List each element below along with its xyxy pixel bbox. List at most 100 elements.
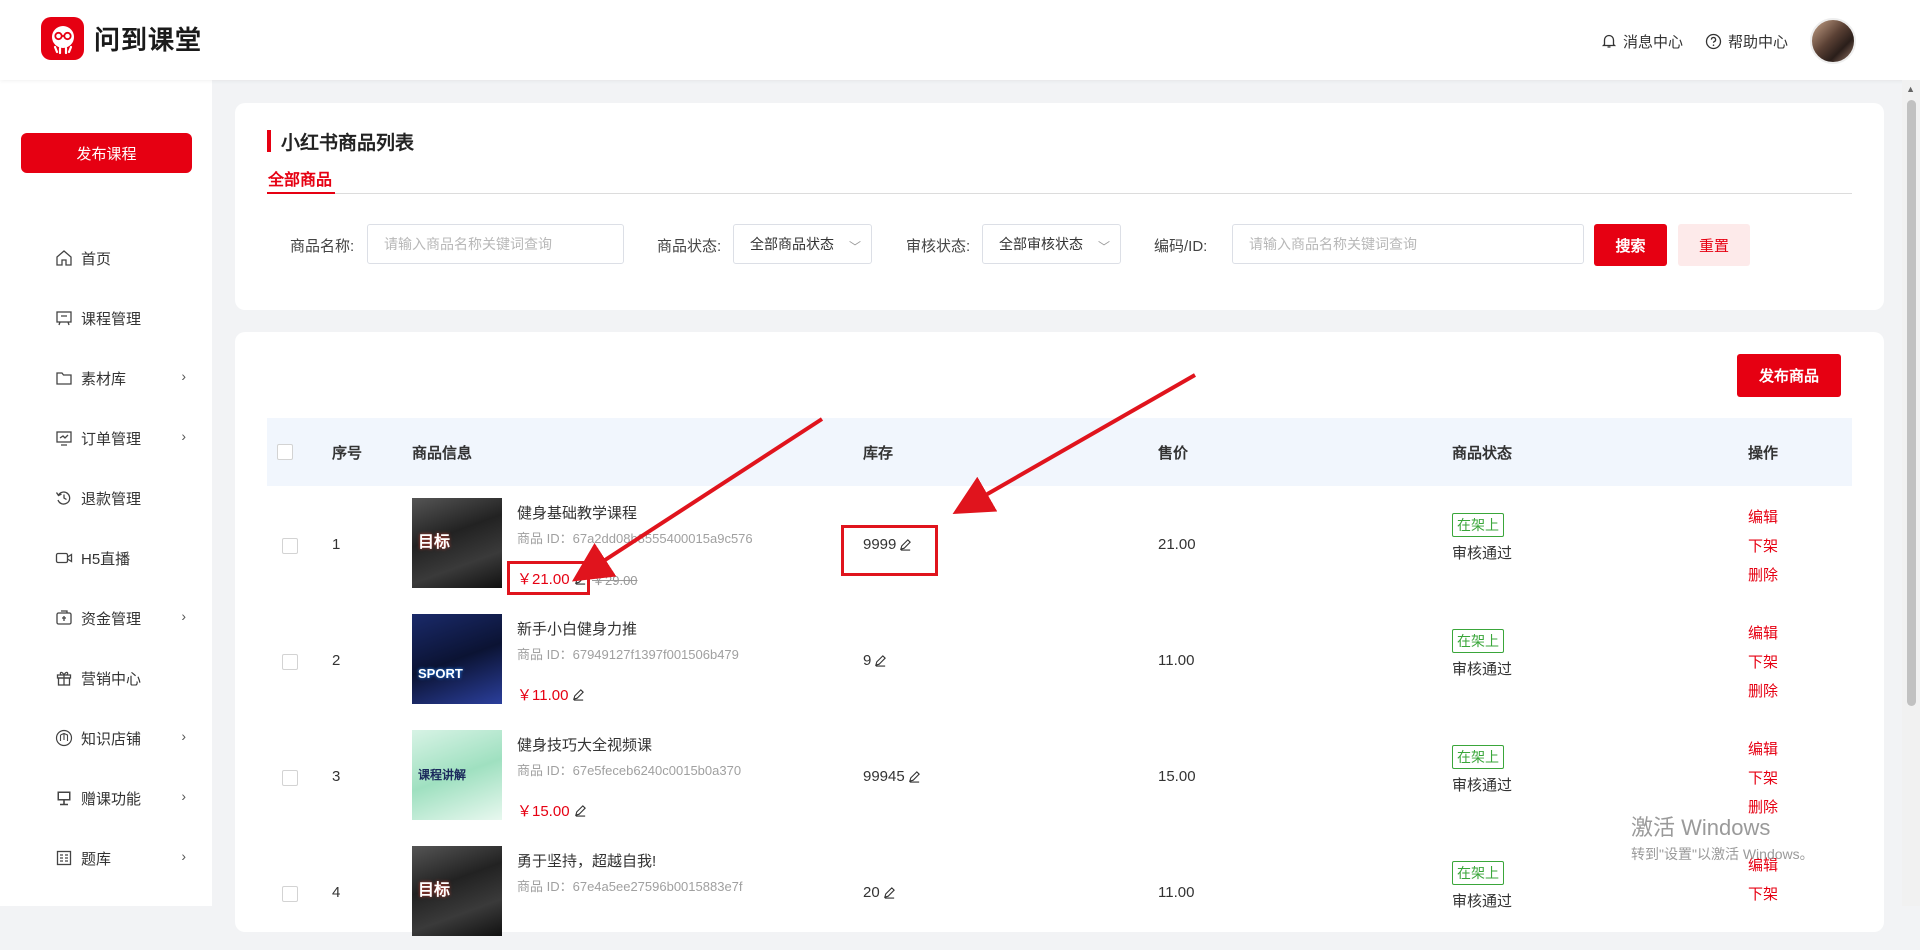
sidebar-item-course[interactable]: 课程管理 [0, 288, 212, 348]
thumbnail-text: 目标 [418, 534, 451, 551]
table-header: 序号 商品信息 库存 售价 商品状态 操作 [267, 418, 1852, 486]
sidebar: 发布课程 首页 课程管理 素材库 › 订单管理 › 退款管理 H5直播 资金管理… [0, 80, 212, 906]
stock-number: 99945 [863, 768, 905, 785]
top-bar: 问到课堂 消息中心 帮助中心 [0, 0, 1920, 80]
pencil-icon[interactable] [908, 770, 921, 783]
avatar[interactable] [1810, 18, 1856, 64]
watermark-line2: 转到"设置"以激活 Windows。 [1631, 846, 1814, 862]
tab-all-products[interactable]: 全部商品 [268, 166, 332, 190]
table-row: 3 课程讲解 健身技巧大全视频课 商品 ID：67e5feceb6240c001… [267, 718, 1852, 834]
row-checkbox[interactable] [282, 654, 298, 670]
help-label: 帮助中心 [1727, 33, 1788, 51]
table-row: 1 目标 健身基础教学课程 商品 ID：67a2dd08b8555400015a… [267, 486, 1852, 602]
sidebar-item-refunds[interactable]: 退款管理 [0, 468, 212, 528]
row-checkbox[interactable] [282, 770, 298, 786]
sidebar-item-orders[interactable]: 订单管理 › [0, 408, 212, 468]
product-thumbnail[interactable]: 目标 [412, 846, 502, 936]
scroll-up-icon[interactable]: ▲ [1906, 84, 1915, 94]
messages-link[interactable]: 消息中心 [1601, 31, 1683, 52]
row-index: 2 [332, 652, 341, 669]
windows-activation-watermark: 激活 Windows 转到"设置"以激活 Windows。 [1631, 810, 1814, 864]
sidebar-item-home[interactable]: 首页 [0, 228, 212, 288]
product-name: 新手小白健身力推 [517, 621, 638, 638]
product-price[interactable]: ￥15.00 [517, 800, 587, 821]
sidebar-item-live[interactable]: H5直播 [0, 528, 212, 588]
app-name: 问到课堂 [94, 25, 203, 55]
unlist-button[interactable]: 下架 [1748, 883, 1778, 904]
stock-value[interactable]: 9 [863, 652, 887, 669]
sidebar-nav: 首页 课程管理 素材库 › 订单管理 › 退款管理 H5直播 资金管理 › 营销… [0, 228, 212, 888]
unlist-button[interactable]: 下架 [1748, 767, 1778, 788]
page-title: 小红书商品列表 [281, 133, 415, 154]
audit-filter-label: 审核状态: [906, 238, 971, 255]
header-info: 商品信息 [412, 445, 473, 462]
audit-status: 审核通过 [1452, 893, 1513, 910]
sidebar-item-gift-course[interactable]: 赠课功能 › [0, 768, 212, 828]
status-select-value: 全部商品状态 [750, 236, 834, 252]
row-actions: 编辑 下架 删除 [1748, 738, 1778, 817]
chevron-down-icon: ﹀ [1097, 240, 1110, 254]
product-thumbnail[interactable]: 目标 [412, 498, 502, 588]
thumbnail-text: 目标 [418, 882, 451, 899]
product-name-input[interactable] [367, 224, 624, 264]
edit-button[interactable]: 编辑 [1748, 622, 1778, 643]
unlist-button[interactable]: 下架 [1748, 651, 1778, 672]
chevron-right-icon: › [181, 368, 186, 384]
chevron-right-icon: › [181, 788, 186, 804]
header-stock: 库存 [863, 445, 894, 462]
row-index: 3 [332, 768, 341, 785]
live-icon [55, 552, 73, 564]
sidebar-item-store[interactable]: 知识店铺 › [0, 708, 212, 768]
sidebar-item-marketing[interactable]: 营销中心 [0, 648, 212, 708]
product-id: 商品 ID：67949127f1397f001506b479 [517, 647, 739, 662]
scrollbar-thumb[interactable] [1907, 100, 1916, 706]
stock-value[interactable]: 20 [863, 884, 896, 901]
messages-label: 消息中心 [1622, 33, 1683, 51]
refund-icon [55, 491, 71, 505]
stock-number: 9 [863, 652, 872, 669]
status-badge: 在架上 [1452, 629, 1504, 653]
publish-product-button[interactable]: 发布商品 [1737, 354, 1841, 397]
sale-price: 15.00 [1158, 768, 1196, 785]
stock-highlight-box [841, 525, 938, 576]
pencil-icon[interactable] [574, 804, 587, 817]
product-thumbnail[interactable]: 课程讲解 [412, 730, 502, 820]
delete-button[interactable]: 删除 [1748, 680, 1778, 701]
product-thumbnail[interactable]: SPORT [412, 614, 502, 704]
product-price[interactable]: ￥11.00 [517, 684, 585, 705]
sidebar-item-funds[interactable]: 资金管理 › [0, 588, 212, 648]
chevron-right-icon: › [181, 608, 186, 624]
sidebar-item-question-bank[interactable]: 题库 › [0, 828, 212, 888]
delete-button[interactable]: 删除 [1748, 564, 1778, 585]
product-name: 勇于坚持，超越自我! [517, 853, 657, 870]
row-checkbox[interactable] [282, 538, 298, 554]
sidebar-item-materials[interactable]: 素材库 › [0, 348, 212, 408]
product-name: 健身技巧大全视频课 [517, 737, 653, 754]
search-button[interactable]: 搜索 [1594, 224, 1667, 266]
name-filter-label: 商品名称: [290, 238, 355, 255]
edit-button[interactable]: 编辑 [1748, 506, 1778, 527]
audit-status-select[interactable]: 全部审核状态 ﹀ [982, 224, 1121, 264]
filter-card: 小红书商品列表 全部商品 商品名称: 商品状态: 全部商品状态 ﹀ 审核状态: … [235, 103, 1884, 310]
thumbnail-text: 课程讲解 [418, 768, 467, 782]
pencil-icon[interactable] [572, 688, 585, 701]
publish-course-button[interactable]: 发布课程 [21, 133, 192, 173]
unlist-button[interactable]: 下架 [1748, 535, 1778, 556]
app-logo[interactable]: 问到课堂 [41, 17, 202, 60]
gift-course-icon [57, 791, 71, 806]
pencil-icon[interactable] [874, 654, 887, 667]
help-link[interactable]: 帮助中心 [1705, 31, 1788, 52]
status-badge: 在架上 [1452, 745, 1504, 769]
select-all-checkbox[interactable] [277, 444, 293, 460]
edit-button[interactable]: 编辑 [1748, 738, 1778, 759]
stock-value[interactable]: 99945 [863, 768, 921, 785]
code-id-input[interactable] [1232, 224, 1584, 264]
pencil-icon[interactable] [883, 886, 896, 899]
course-icon [56, 311, 72, 326]
reset-button[interactable]: 重置 [1678, 224, 1750, 266]
product-status-select[interactable]: 全部商品状态 ﹀ [733, 224, 872, 264]
product-id: 商品 ID：67e4a5ee27596b0015883e7f [517, 879, 743, 894]
original-price: ￥29.00 [592, 573, 638, 588]
row-checkbox[interactable] [282, 886, 298, 902]
question-bank-icon [56, 850, 72, 866]
